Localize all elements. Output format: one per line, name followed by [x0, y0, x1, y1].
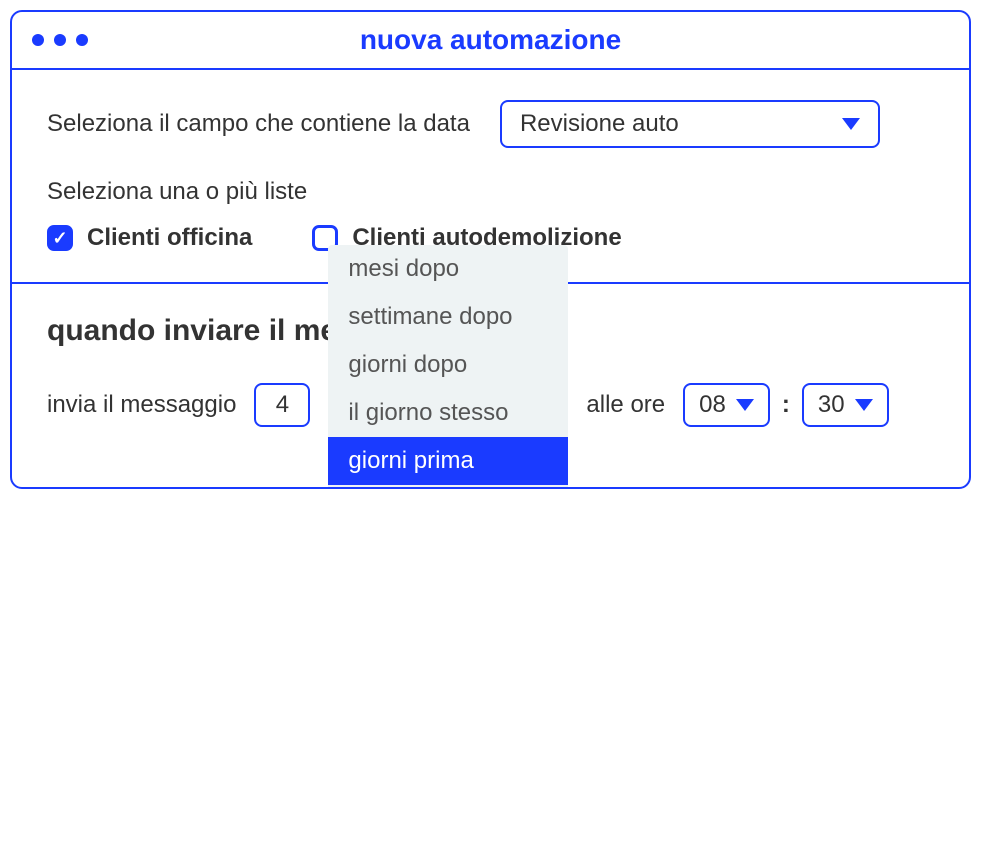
offset-option-settimane-prima[interactable]: settimane prima [328, 485, 568, 489]
lists-label: Seleziona una o più liste [47, 178, 934, 206]
date-field-value: Revisione auto [520, 110, 679, 138]
window-title: nuova automazione [32, 24, 949, 56]
window-controls [32, 34, 88, 46]
window-dot-1[interactable] [32, 34, 44, 46]
automation-window: nuova automazione Seleziona il campo che… [10, 10, 971, 489]
timing-section: quando inviare il messaggio? invia il me… [12, 284, 969, 487]
offset-option-mesi-dopo[interactable]: mesi dopo [328, 245, 568, 293]
checkbox-label: Clienti officina [87, 224, 252, 252]
offset-option-giorni-dopo[interactable]: giorni dopo [328, 341, 568, 389]
chevron-down-icon [842, 118, 860, 130]
offset-number-input[interactable]: 4 [254, 383, 310, 427]
list-checkbox-officina[interactable]: ✓ Clienti officina [47, 224, 252, 252]
offset-number-value: 4 [276, 391, 289, 418]
offset-option-giorno-stesso[interactable]: il giorno stesso [328, 389, 568, 437]
checkbox-icon: ✓ [47, 225, 73, 251]
checkmark-icon: ✓ [52, 229, 67, 247]
window-dot-3[interactable] [76, 34, 88, 46]
offset-dropdown-menu: mesi dopo settimane dopo giorni dopo il … [328, 245, 568, 489]
time-colon: : [782, 391, 790, 419]
date-field-label: Seleziona il campo che contiene la data [47, 110, 470, 138]
date-field-row: Seleziona il campo che contiene la data … [47, 100, 934, 148]
chevron-down-icon [736, 399, 754, 411]
send-label: invia il messaggio [47, 391, 236, 419]
date-field-select[interactable]: Revisione auto [500, 100, 880, 148]
hour-select[interactable]: 08 [683, 383, 770, 427]
window-dot-2[interactable] [54, 34, 66, 46]
minute-value: 30 [818, 391, 845, 419]
time-label: alle ore [586, 391, 665, 419]
offset-option-settimane-dopo[interactable]: settimane dopo [328, 293, 568, 341]
minute-select[interactable]: 30 [802, 383, 889, 427]
titlebar: nuova automazione [12, 12, 969, 70]
timing-row: invia il messaggio 4 mesi dopo settimane… [47, 383, 934, 427]
chevron-down-icon [855, 399, 873, 411]
time-group: 08 : 30 [683, 383, 888, 427]
hour-value: 08 [699, 391, 726, 419]
offset-option-giorni-prima[interactable]: giorni prima [328, 437, 568, 485]
